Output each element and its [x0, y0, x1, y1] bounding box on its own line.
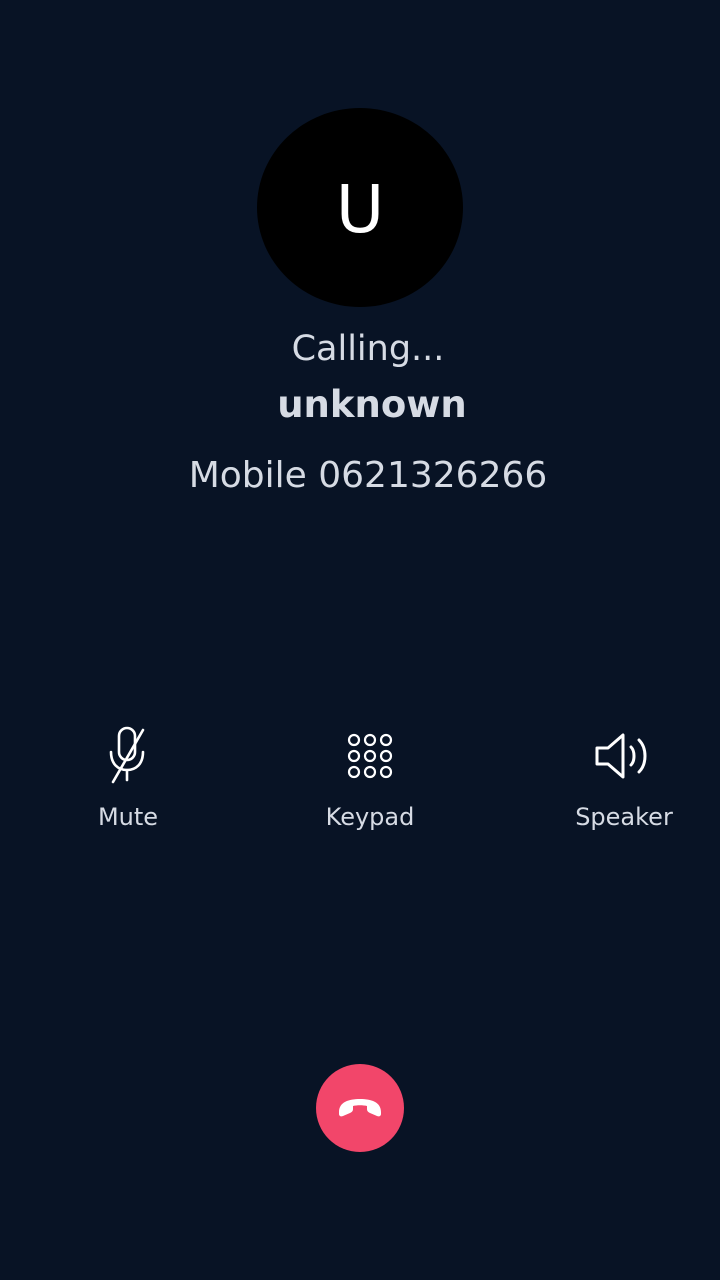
speaker-label: Speaker	[575, 803, 673, 831]
end-call-button[interactable]	[316, 1064, 404, 1152]
microphone-off-icon	[96, 724, 160, 788]
call-status: Calling...	[291, 329, 445, 369]
phone-hangup-icon	[339, 1099, 381, 1117]
caller-avatar: U	[257, 108, 463, 307]
caller-name: unknown	[277, 383, 467, 426]
keypad-label: Keypad	[325, 803, 415, 831]
dialpad-icon	[338, 724, 402, 788]
avatar-initial: U	[335, 170, 385, 248]
caller-number: Mobile 0621326266	[188, 455, 548, 496]
mute-label: Mute	[97, 803, 159, 831]
speaker-button[interactable]: Speaker	[544, 724, 704, 844]
keypad-button[interactable]: Keypad	[290, 724, 450, 844]
mute-button[interactable]: Mute	[48, 724, 208, 844]
speaker-icon	[592, 724, 656, 788]
call-screen: U Calling... unknown Mobile 0621326266 M…	[0, 0, 720, 1280]
